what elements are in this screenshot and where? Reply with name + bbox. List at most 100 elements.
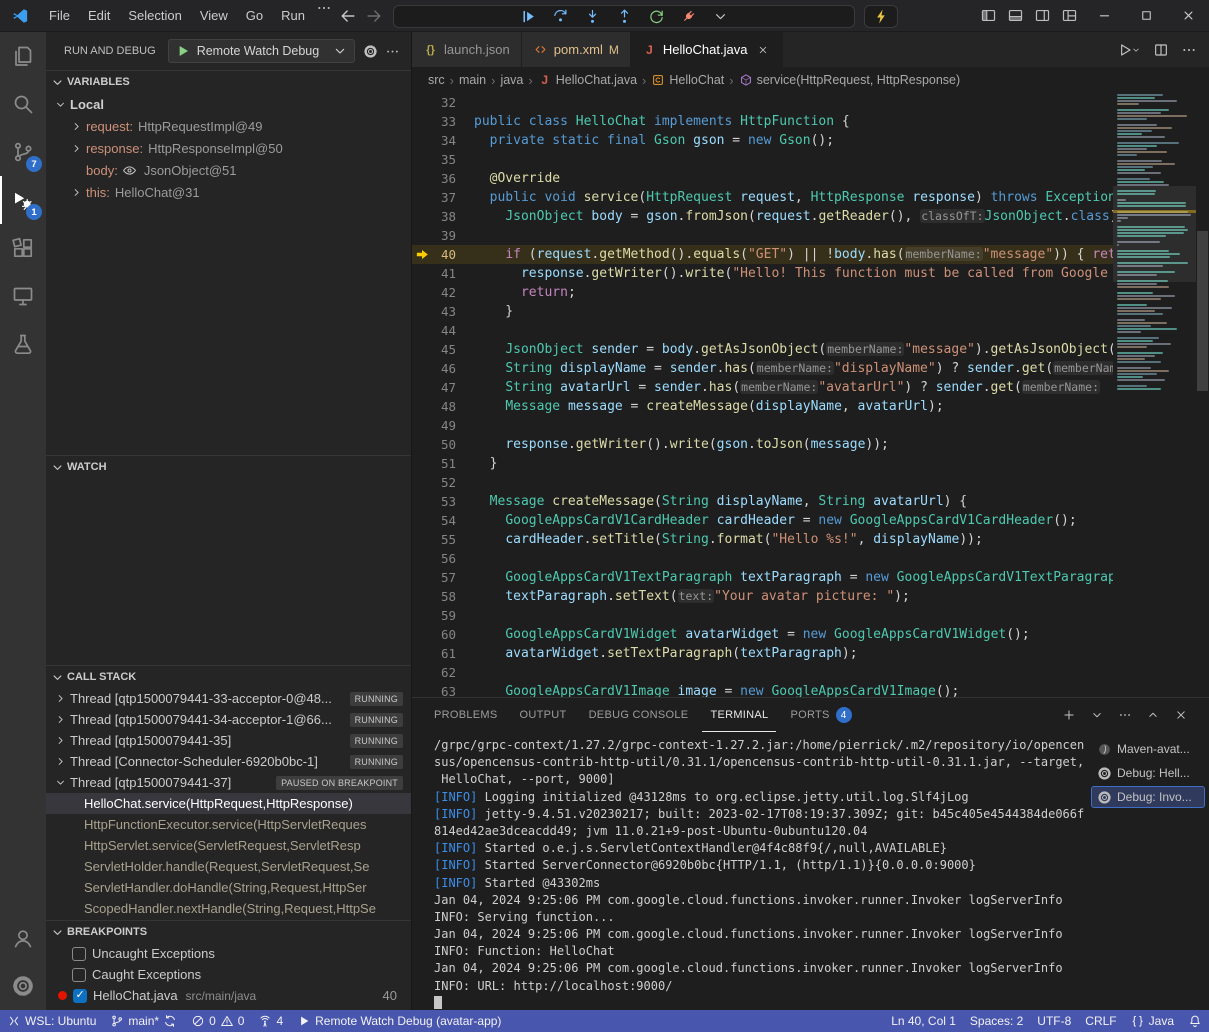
- status-indentation[interactable]: Spaces: 2: [963, 1010, 1030, 1032]
- callstack-thread[interactable]: Thread [qtp1500079441-35]RUNNING: [46, 730, 411, 751]
- code-text[interactable]: GoogleAppsCardV1TextParagraph textParagr…: [474, 568, 1113, 587]
- editor-gutter[interactable]: 56: [412, 549, 474, 568]
- watch-section-header[interactable]: WATCH: [46, 456, 411, 478]
- terminal-list-item[interactable]: Debug: Hell...: [1091, 762, 1205, 784]
- panel-tab-ports[interactable]: PORTS4: [782, 698, 859, 732]
- code-text[interactable]: GoogleAppsCardV1CardHeader cardHeader = …: [474, 511, 1113, 530]
- editor-gutter[interactable]: 43: [412, 302, 474, 321]
- editor-gutter[interactable]: 33: [412, 112, 474, 131]
- status-encoding[interactable]: UTF-8: [1030, 1010, 1078, 1032]
- code-text[interactable]: return;: [474, 283, 1113, 302]
- code-text[interactable]: response.getWriter().write(gson.toJson(m…: [474, 435, 1113, 454]
- status-remote[interactable]: WSL: Ubuntu: [0, 1010, 103, 1032]
- code-text[interactable]: [474, 663, 1113, 682]
- activitybar-settings[interactable]: [0, 962, 46, 1010]
- tab-HelloChat.java[interactable]: JHelloChat.java: [631, 32, 784, 67]
- panel-action-chevron-up-icon[interactable]: [1145, 707, 1161, 723]
- status-cursor-position[interactable]: Ln 40, Col 1: [884, 1010, 963, 1032]
- menu-view[interactable]: View: [191, 0, 237, 32]
- code-text[interactable]: Message message = createMessage(displayN…: [474, 397, 1113, 416]
- chevron-down-icon[interactable]: [712, 8, 729, 25]
- activitybar-extensions[interactable]: [0, 224, 46, 272]
- breadcrumb-item[interactable]: main: [459, 73, 486, 87]
- code-text[interactable]: textParagraph.setText(text:"Your avatar …: [474, 587, 1113, 606]
- callstack-thread[interactable]: Thread [qtp1500079441-34-acceptor-1@66..…: [46, 709, 411, 730]
- tab-pom.xml[interactable]: pom.xmlM: [522, 32, 631, 67]
- code-text[interactable]: String avatarUrl = sender.has(memberName…: [474, 378, 1113, 397]
- breakpoint-item[interactable]: Caught Exceptions: [46, 964, 411, 985]
- code-text[interactable]: [474, 416, 1113, 435]
- editor-gutter[interactable]: 54: [412, 511, 474, 530]
- status-notifications[interactable]: [1181, 1010, 1209, 1032]
- breadcrumb-item[interactable]: service(HttpRequest, HttpResponse): [739, 73, 961, 87]
- panel-tab-debug-console[interactable]: DEBUG CONSOLE: [581, 698, 697, 732]
- debug-disconnect-icon[interactable]: [680, 8, 697, 25]
- editor-gutter[interactable]: 37: [412, 188, 474, 207]
- layout-customize-icon[interactable]: [1056, 2, 1083, 29]
- menu-go[interactable]: Go: [237, 0, 272, 32]
- layout-panel-icon[interactable]: [1002, 2, 1029, 29]
- editor-gutter[interactable]: 50: [412, 435, 474, 454]
- window-maximize-button[interactable]: [1125, 0, 1167, 32]
- editor-gutter[interactable]: 38: [412, 207, 474, 226]
- status-language-mode[interactable]: { }Java: [1124, 1010, 1181, 1032]
- variable-body[interactable]: body:JsonObject@51: [46, 159, 411, 181]
- activitybar-run-and-debug[interactable]: 1: [0, 176, 46, 224]
- code-text[interactable]: avatarWidget.setTextParagraph(textParagr…: [474, 644, 1113, 663]
- debug-continue-icon[interactable]: [520, 8, 537, 25]
- hot-code-replace-button[interactable]: [864, 5, 898, 28]
- debug-step-into-icon[interactable]: [584, 8, 601, 25]
- code-text[interactable]: if (request.getMethod().equals("GET") ||…: [474, 245, 1113, 264]
- panel-action-chevron-down-icon[interactable]: [1089, 707, 1105, 723]
- editor-gutter[interactable]: 44: [412, 321, 474, 340]
- activitybar-remote-explorer[interactable]: [0, 272, 46, 320]
- menu-run[interactable]: Run: [272, 0, 314, 32]
- variables-section-header[interactable]: VARIABLES: [46, 71, 411, 93]
- callstack-frame[interactable]: HttpFunctionExecutor.service(HttpServlet…: [46, 814, 411, 835]
- status-branch[interactable]: main*: [103, 1010, 184, 1032]
- tab-launch.json[interactable]: {}launch.json: [412, 32, 522, 67]
- editor-gutter[interactable]: 39: [412, 226, 474, 245]
- code-text[interactable]: JsonObject body = gson.fromJson(request.…: [474, 207, 1113, 226]
- breakpoints-section-header[interactable]: BREAKPOINTS: [46, 921, 411, 943]
- code-text[interactable]: @Override: [474, 169, 1113, 188]
- editor-gutter[interactable]: 36: [412, 169, 474, 188]
- code-text[interactable]: JsonObject sender = body.getAsJsonObject…: [474, 340, 1113, 359]
- activitybar-source-control[interactable]: 7: [0, 128, 46, 176]
- code-text[interactable]: response.getWriter().write("Hello! This …: [474, 264, 1113, 283]
- minimap-slider[interactable]: [1113, 186, 1196, 282]
- panel-tab-output[interactable]: OUTPUT: [512, 698, 575, 732]
- lazy-eval-icon[interactable]: [122, 163, 137, 178]
- variable-this[interactable]: this:HelloChat@31: [46, 181, 411, 203]
- breakpoint-item[interactable]: Uncaught Exceptions: [46, 943, 411, 964]
- breakpoint-checkbox[interactable]: [72, 968, 86, 982]
- menu-file[interactable]: File: [40, 0, 79, 32]
- code-text[interactable]: GoogleAppsCardV1Widget avatarWidget = ne…: [474, 625, 1113, 644]
- editor-scrollbar[interactable]: [1196, 93, 1209, 697]
- editor-gutter[interactable]: 59: [412, 606, 474, 625]
- minimap[interactable]: [1113, 93, 1196, 697]
- editor-gutter[interactable]: 46: [412, 359, 474, 378]
- breadcrumb-item[interactable]: HelloChat: [651, 73, 724, 87]
- panel-tab-problems[interactable]: PROBLEMS: [426, 698, 506, 732]
- code-text[interactable]: cardHeader.setTitle(String.format("Hello…: [474, 530, 1113, 549]
- editor-gutter[interactable]: 32: [412, 93, 474, 112]
- editor-gutter[interactable]: 55: [412, 530, 474, 549]
- activitybar-accounts[interactable]: [0, 914, 46, 962]
- status-eol[interactable]: CRLF: [1078, 1010, 1123, 1032]
- terminal-cursor-line[interactable]: [434, 995, 1091, 1010]
- editor-gutter[interactable]: 49: [412, 416, 474, 435]
- editor-action-more-actions[interactable]: [1181, 42, 1197, 58]
- call-stack-section-header[interactable]: CALL STACK: [46, 666, 411, 688]
- window-close-button[interactable]: [1167, 0, 1209, 32]
- terminal-list-item[interactable]: Debug: Invo...: [1091, 786, 1205, 808]
- breadcrumb-item[interactable]: java: [500, 73, 523, 87]
- status-debug-session[interactable]: Remote Watch Debug (avatar-app): [290, 1010, 508, 1032]
- layout-sidebar-left-icon[interactable]: [975, 2, 1002, 29]
- code-text[interactable]: }: [474, 302, 1113, 321]
- variables-scope-local[interactable]: Local: [46, 93, 411, 115]
- variable-response[interactable]: response:HttpResponseImpl@50: [46, 137, 411, 159]
- editor-gutter[interactable]: 48: [412, 397, 474, 416]
- editor-gutter[interactable]: 63: [412, 682, 474, 697]
- nav-forward-icon[interactable]: [364, 6, 384, 26]
